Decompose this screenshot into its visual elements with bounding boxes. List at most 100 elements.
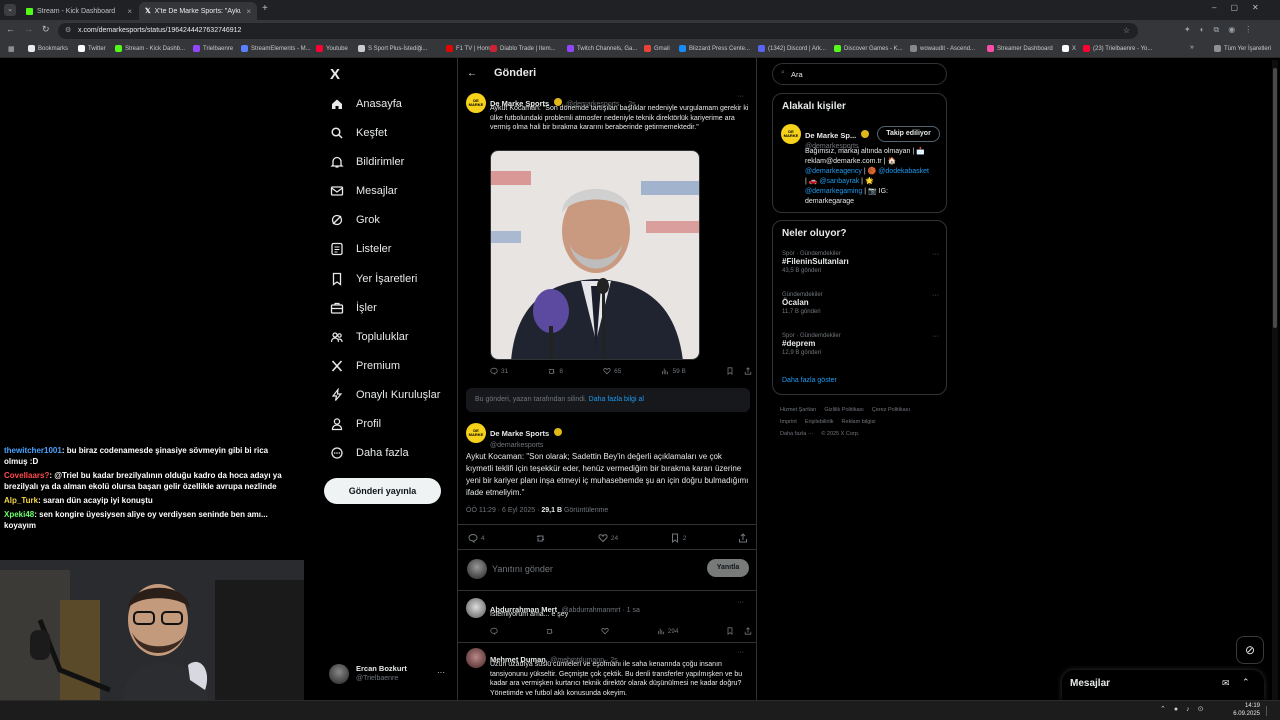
- bookmark-item[interactable]: Discover Games - K...: [834, 45, 903, 52]
- views-button[interactable]: 294: [657, 627, 678, 635]
- nav-item-bell[interactable]: Bildirimler: [330, 155, 404, 169]
- x-logo-icon[interactable]: X: [330, 66, 340, 83]
- tweet-avatar[interactable]: DE MARKE: [466, 423, 486, 443]
- back-arrow-icon[interactable]: ←: [467, 68, 477, 79]
- bio-mention-link[interactable]: @demarkeagency: [805, 168, 862, 175]
- more-options-icon[interactable]: ···: [737, 599, 744, 606]
- footer-link[interactable]: Erişilebilirlik: [805, 419, 834, 425]
- tab-search-button[interactable]: ⌄: [4, 4, 16, 16]
- following-button[interactable]: Takip ediliyor: [877, 126, 940, 142]
- person-avatar[interactable]: DE MARKE: [781, 124, 801, 144]
- bookmark-item[interactable]: (23) Trielbaenre - Yo...: [1083, 45, 1152, 52]
- views-button[interactable]: 59 B: [661, 367, 686, 375]
- trend-more-icon[interactable]: ···: [932, 333, 939, 340]
- reply-button[interactable]: 31: [490, 367, 508, 375]
- show-more-link[interactable]: Daha fazla göster: [782, 377, 837, 384]
- bookmark-item[interactable]: S Sport Plus-İstediği...: [358, 45, 427, 52]
- more-bookmarks-icon[interactable]: »: [1190, 44, 1194, 51]
- footer-link[interactable]: Imprint: [780, 419, 797, 425]
- search-box[interactable]: ⌕ Ara: [772, 63, 947, 85]
- bookmark-item[interactable]: Trielbaenre: [193, 45, 233, 52]
- all-bookmarks-folder[interactable]: Tüm Yer İşaretleri: [1214, 45, 1271, 52]
- footer-link[interactable]: Reklam bilgisi: [842, 419, 876, 425]
- avatar[interactable]: [466, 648, 486, 668]
- window-controls[interactable]: –▢✕: [1212, 3, 1273, 12]
- bookmark-icon[interactable]: [726, 367, 734, 375]
- learn-more-link[interactable]: Daha fazla bilgi al: [589, 396, 644, 403]
- bio-mention-link[interactable]: @demarkegaming: [805, 188, 862, 195]
- repost-button[interactable]: 8: [548, 367, 563, 375]
- bookmark-item[interactable]: Stream - Kick Dashb...: [115, 45, 185, 52]
- messages-drawer[interactable]: Mesajlar ✉ ⌃: [1062, 670, 1264, 700]
- nav-item-search[interactable]: Keşfet: [330, 126, 387, 140]
- extension-icons[interactable]: ✦◐⧉◉⋮: [1184, 25, 1274, 37]
- reply-input[interactable]: Yanıtını gönder: [492, 564, 692, 574]
- account-more-icon[interactable]: ···: [437, 668, 445, 677]
- footer-link[interactable]: Gizlilik Politikası: [824, 407, 863, 413]
- tab-kick-dashboard[interactable]: Stream - Kick Dashboard ×: [20, 2, 138, 20]
- footer-link[interactable]: © 2025 X Corp.: [821, 431, 859, 437]
- bookmark-button[interactable]: 2: [670, 533, 686, 543]
- reply-button[interactable]: [490, 627, 498, 635]
- post-button[interactable]: Gönderi yayınla: [324, 478, 441, 504]
- nav-item-lightning[interactable]: Onaylı Kuruluşlar: [330, 388, 440, 402]
- page-scrollbar[interactable]: [1272, 60, 1278, 700]
- more-options-icon[interactable]: ···: [737, 649, 744, 656]
- bookmark-item[interactable]: Twitch Channels, Ga...: [567, 45, 637, 52]
- expand-drawer-icon[interactable]: ⌃: [1242, 677, 1250, 688]
- nav-item-communities[interactable]: Topluluklar: [330, 330, 409, 344]
- trend-item[interactable]: Gündemdekiler Öcalan 11,7 B gönderi ···: [782, 292, 939, 315]
- bookmark-item[interactable]: Twitter: [78, 45, 106, 52]
- author-name[interactable]: De Marke Sports: [490, 429, 549, 438]
- nav-item-briefcase[interactable]: İşler: [330, 301, 377, 315]
- author-handle[interactable]: @demarkesports: [490, 442, 752, 449]
- nav-item-list[interactable]: Listeler: [330, 242, 391, 256]
- bookmark-item[interactable]: Bookmarks: [28, 45, 68, 52]
- like-button[interactable]: 65: [603, 367, 621, 375]
- new-tab-button[interactable]: +: [262, 3, 268, 14]
- tweet-photo[interactable]: [490, 150, 700, 360]
- like-button[interactable]: 24: [598, 533, 618, 543]
- reload-icon[interactable]: ↻: [42, 24, 50, 35]
- bookmark-item[interactable]: Diablo Trade | Item...: [490, 45, 556, 52]
- show-desktop-button[interactable]: [1266, 706, 1274, 716]
- back-icon[interactable]: ←: [6, 24, 15, 34]
- close-tab-icon[interactable]: ×: [246, 7, 251, 16]
- repost-button[interactable]: [536, 533, 546, 543]
- site-info-icon[interactable]: ⚙: [65, 23, 71, 39]
- share-icon[interactable]: [744, 367, 752, 375]
- repost-button[interactable]: [546, 627, 554, 635]
- system-tray-icons[interactable]: ⌃●♪⊙: [1160, 705, 1211, 713]
- quoted-tweet-avatar[interactable]: DE MARKE: [466, 93, 486, 113]
- bookmark-item[interactable]: F1 TV | Home: [446, 45, 493, 52]
- trend-item[interactable]: Spor · Gündemdekiler #FileninSultanları 43…: [782, 251, 939, 274]
- tab-x-post[interactable]: 𝕏 X'te De Marke Sports: "Aykut K ×: [139, 2, 257, 20]
- footer-link[interactable]: Çerez Politikası: [872, 407, 910, 413]
- bio-mention-link[interactable]: @sarıbayrak: [819, 178, 859, 185]
- bookmark-icon[interactable]: [726, 627, 734, 635]
- nav-item-profile[interactable]: Profil: [330, 417, 381, 431]
- bio-mention-link[interactable]: @dodekabasket: [878, 168, 929, 175]
- nav-item-x-premium[interactable]: Premium: [330, 359, 400, 373]
- nav-item-grok[interactable]: Grok: [330, 213, 380, 227]
- forward-icon[interactable]: →: [24, 24, 33, 34]
- apps-grid-icon[interactable]: ▦: [8, 45, 15, 53]
- compose-message-icon[interactable]: ✉: [1222, 678, 1230, 689]
- trend-more-icon[interactable]: ···: [932, 292, 939, 299]
- nav-item-bookmark[interactable]: Yer İşaretleri: [330, 272, 417, 286]
- share-icon[interactable]: [744, 627, 752, 635]
- nav-item-more-circle[interactable]: Daha fazla: [330, 446, 409, 460]
- bookmark-item[interactable]: Streamer Dashboard: [987, 45, 1053, 52]
- reply-submit-button[interactable]: Yanıtla: [707, 559, 749, 577]
- avatar[interactable]: [466, 598, 486, 618]
- bookmark-item[interactable]: (1342) Discord | Ark...: [758, 45, 826, 52]
- scrollbar-thumb[interactable]: [1273, 68, 1277, 328]
- share-button[interactable]: [738, 533, 748, 543]
- trend-more-icon[interactable]: ···: [932, 251, 939, 258]
- footer-link[interactable]: Hizmet Şartları: [780, 407, 816, 413]
- search-input[interactable]: Ara: [791, 70, 803, 79]
- tweet-timestamp[interactable]: ÖÖ 11:29 · 6 Eyl 2025 ·: [466, 507, 539, 514]
- bookmark-item[interactable]: Youtube: [316, 45, 348, 52]
- footer-link[interactable]: Daha fazla ···: [780, 431, 813, 437]
- trend-item[interactable]: Spor · Gündemdekiler #deprem 12,9 B gönder…: [782, 333, 939, 356]
